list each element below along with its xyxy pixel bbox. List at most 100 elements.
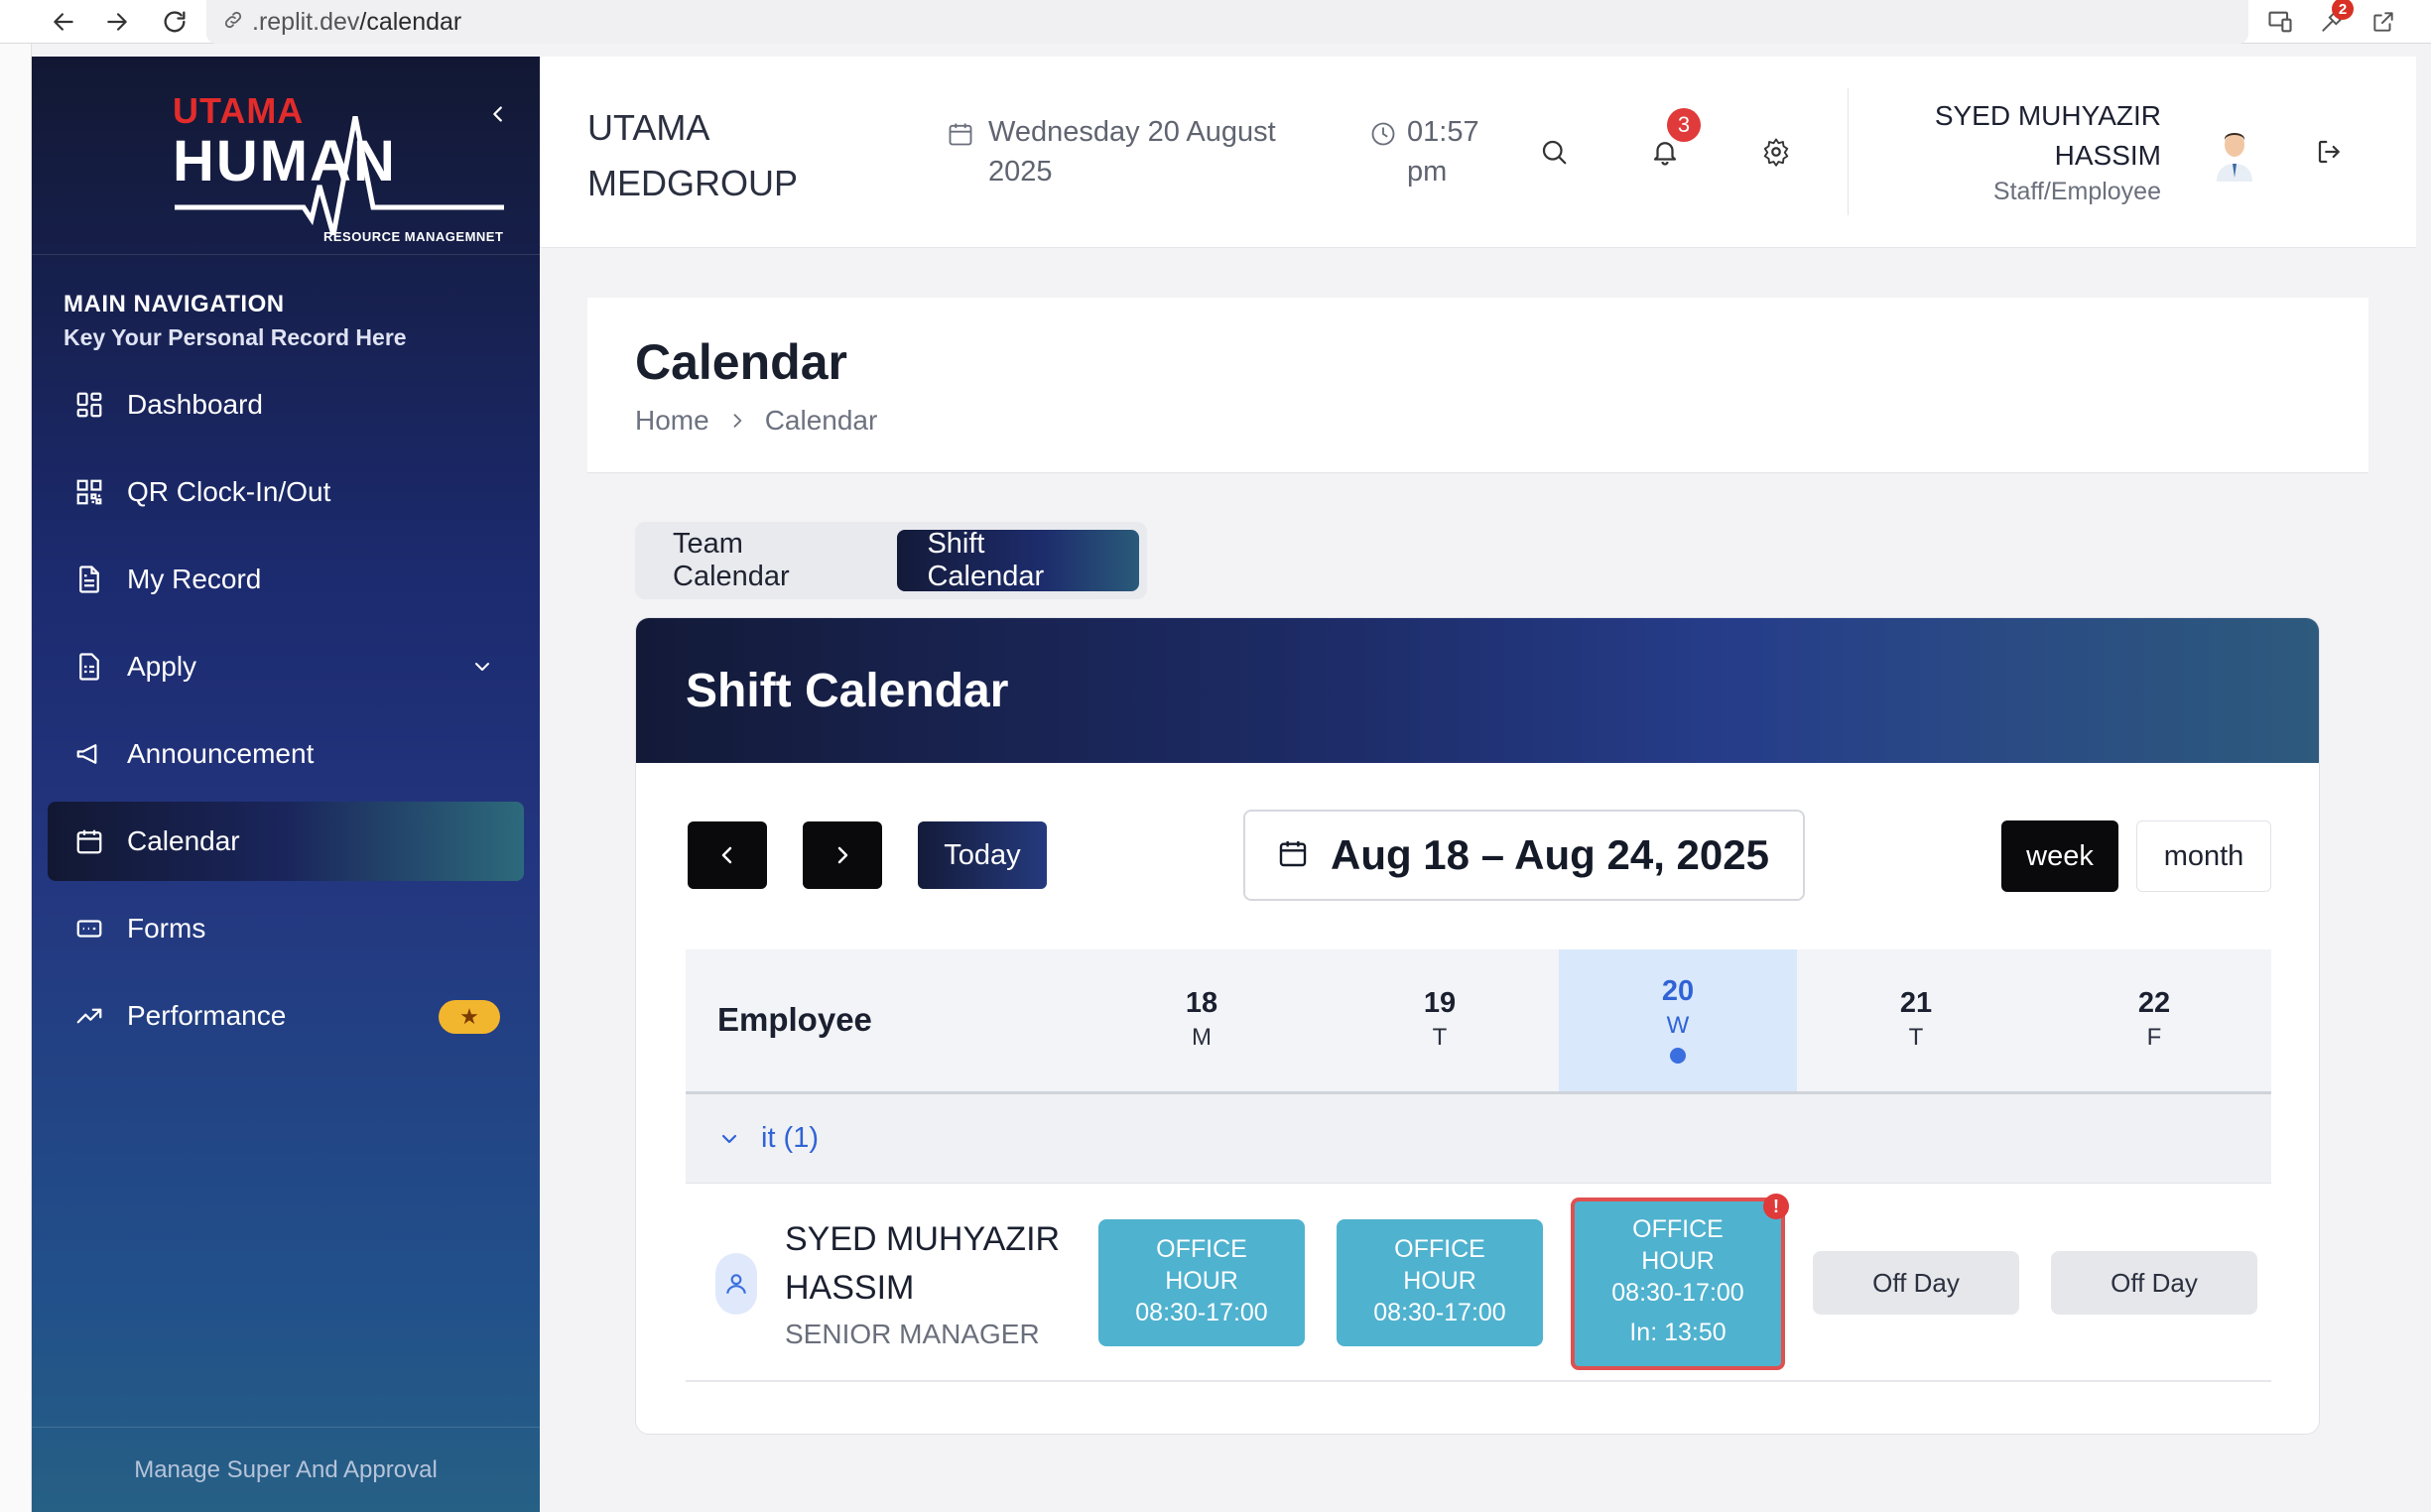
settings-button[interactable] — [1756, 132, 1796, 172]
sidebar-item-label: Apply — [127, 651, 197, 682]
employee-title: SENIOR MANAGER — [785, 1319, 1040, 1349]
sidebar-item-dashboard[interactable]: Dashboard — [48, 365, 524, 444]
sidebar-item-my-record[interactable]: My Record — [48, 540, 524, 619]
nav-title: MAIN NAVIGATION — [64, 291, 285, 317]
calendar-icon — [71, 823, 107, 859]
document-icon — [71, 562, 107, 597]
sidebar-item-apply[interactable]: Apply — [48, 627, 524, 706]
form-document-icon — [71, 649, 107, 685]
header-time: 01:57 pm — [1369, 112, 1486, 191]
header-divider — [1848, 88, 1849, 215]
date-range-picker[interactable]: Aug 18 – Aug 24, 2025 — [1243, 810, 1805, 901]
sidebar-item-label: Dashboard — [127, 389, 263, 420]
chevron-down-icon[interactable] — [464, 649, 500, 685]
sidebar-item-qr-clock[interactable]: QR Clock-In/Out — [48, 452, 524, 532]
sidebar-collapse-button[interactable] — [480, 96, 516, 132]
tab-shift-calendar[interactable]: Shift Calendar — [897, 528, 1139, 592]
breadcrumb-home[interactable]: Home — [635, 405, 709, 437]
cast-icon[interactable] — [2262, 4, 2298, 40]
next-week-button[interactable] — [803, 821, 882, 889]
user-avatar-icon — [2217, 133, 2252, 182]
calendar-icon — [1277, 837, 1309, 874]
shift-time: 08:30-17:00 — [1373, 1299, 1506, 1326]
heartbeat-line-icon — [175, 116, 504, 235]
shift-cell-22[interactable]: Off Day — [2051, 1251, 2257, 1315]
shift-cell-19[interactable]: OFFICE HOUR 08:30-17:00 — [1337, 1219, 1543, 1346]
star-badge-icon: ★ — [439, 1000, 500, 1034]
chevron-left-icon — [493, 106, 502, 122]
calendar-tabs: Team Calendar Shift Calendar — [635, 522, 1147, 599]
reload-icon[interactable] — [157, 4, 192, 40]
shift-name-line1: OFFICE — [1632, 1215, 1724, 1243]
month-view-button[interactable]: month — [2136, 820, 2271, 892]
sidebar-item-announcement[interactable]: Announcement — [48, 714, 524, 794]
chevron-down-icon[interactable] — [717, 1127, 741, 1151]
shift-name-line1: OFFICE — [1156, 1235, 1247, 1263]
day-number: 20 — [1661, 975, 1695, 1007]
shift-calendar-header: Shift Calendar — [636, 618, 2319, 763]
open-external-icon[interactable] — [2366, 4, 2401, 40]
shift-cell-18[interactable]: OFFICE HOUR 08:30-17:00 — [1098, 1219, 1305, 1346]
forward-arrow-icon[interactable] — [99, 4, 135, 40]
day-weekday: T — [1908, 1024, 1924, 1051]
day-weekday: W — [1666, 1012, 1690, 1039]
shift-time: 08:30-17:00 — [1135, 1299, 1268, 1326]
day-number: 19 — [1423, 987, 1457, 1019]
logo-area: UTAMA HUMAN RESOURCE MANAGEMNET — [32, 57, 540, 255]
window-edge — [0, 44, 32, 1512]
sidebar-item-label: Performance — [127, 1000, 287, 1031]
shift-cell-21[interactable]: Off Day — [1813, 1251, 2019, 1315]
department-group-row[interactable]: it (1) — [686, 1094, 2271, 1184]
shift-name-line2: HOUR — [1165, 1267, 1238, 1295]
current-date: Wednesday 20 August 2025 — [988, 116, 1276, 188]
chevron-left-icon — [721, 846, 732, 864]
logout-button[interactable] — [2310, 132, 2350, 172]
week-view-button[interactable]: week — [2001, 820, 2118, 892]
notifications-button[interactable]: 3 — [1645, 108, 1701, 172]
shift-calendar-title: Shift Calendar — [686, 664, 1009, 717]
header-date: Wednesday 20 August 2025 — [947, 112, 1306, 191]
clock-icon — [1369, 120, 1397, 153]
chevron-right-icon — [837, 846, 848, 864]
current-time: 01:57 pm — [1407, 116, 1479, 188]
company-logo: UTAMA HUMAN RESOURCE MANAGEMNET — [135, 86, 512, 244]
sidebar-item-performance[interactable]: Performance ★ — [48, 976, 524, 1056]
day-number: 18 — [1185, 987, 1218, 1019]
url-host: .replit.dev — [252, 7, 360, 36]
avatar[interactable] — [2207, 126, 2262, 182]
employee-column-header: Employee — [717, 1001, 872, 1038]
group-label: it (1) — [761, 1122, 819, 1154]
breadcrumb-current: Calendar — [764, 405, 878, 436]
extension-badge: 2 — [2332, 0, 2354, 20]
bell-icon — [1653, 142, 1677, 166]
logo-subtitle: RESOURCE MANAGEMNET — [323, 229, 504, 244]
sidebar-item-label: Announcement — [127, 738, 315, 769]
day-number: 21 — [1899, 987, 1933, 1019]
notification-count-badge: 3 — [1667, 108, 1701, 142]
back-arrow-icon[interactable] — [46, 4, 81, 40]
qr-code-icon — [71, 474, 107, 510]
extension-icon[interactable]: 2 — [2314, 0, 2354, 40]
sidebar-item-label: My Record — [127, 564, 262, 594]
tab-team-calendar[interactable]: Team Calendar — [643, 528, 897, 592]
day-header-18: 18 M — [1083, 949, 1321, 1091]
company-name: UTAMA MEDGROUP — [587, 107, 799, 203]
dashboard-icon — [71, 387, 107, 423]
shift-calendar-card: Shift Calendar Today Aug 18 – Aug 24, 20… — [635, 617, 2320, 1435]
address-bar[interactable]: .replit.dev/calendar — [206, 0, 2248, 44]
shift-cell-20[interactable]: OFFICE HOUR 08:30-17:00 In: 13:50 ! — [1571, 1194, 1789, 1370]
sidebar-nav: Dashboard QR Clock-In/Out My Record Appl… — [32, 365, 540, 1056]
alert-icon: ! — [1763, 1194, 1789, 1219]
day-weekday: F — [2146, 1024, 2162, 1051]
sidebar-item-calendar[interactable]: Calendar — [48, 802, 524, 881]
top-header: UTAMA MEDGROUP Wednesday 20 August 2025 … — [540, 57, 2416, 248]
page-title: Calendar — [635, 334, 847, 390]
browser-toolbar: .replit.dev/calendar 2 — [0, 0, 2431, 44]
url-path: /calendar — [359, 7, 462, 36]
previous-week-button[interactable] — [688, 821, 767, 889]
megaphone-icon — [71, 736, 107, 772]
sidebar-item-forms[interactable]: Forms — [48, 889, 524, 968]
search-button[interactable] — [1534, 132, 1574, 172]
today-button[interactable]: Today — [918, 821, 1047, 889]
avatar — [715, 1253, 757, 1315]
